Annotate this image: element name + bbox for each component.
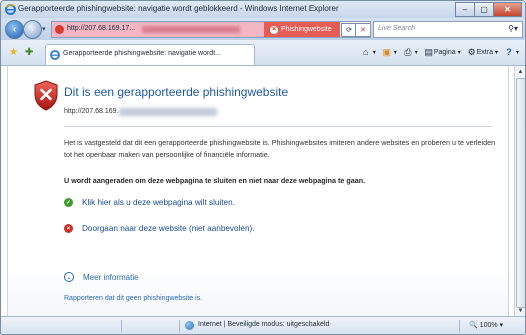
explanation-text: Het is vastgesteld dat dit een gerapport… [64, 138, 496, 159]
print-button[interactable]: ⎙ ▾ [403, 47, 418, 57]
tools-menu-label: Extra [476, 48, 493, 56]
page-content: Dit is een gerapporteerde phishingwebsit… [1, 66, 514, 316]
scroll-down-arrow[interactable]: ▼ [516, 306, 525, 316]
refresh-icon: ⟳ [346, 27, 352, 34]
more-info-label[interactable]: Meer informatie [83, 273, 139, 282]
report-not-phishing-link[interactable]: Rapporteren dat dit geen phishingwebsite… [64, 295, 202, 302]
blocked-url: http://207.68.169. [64, 108, 119, 115]
maximize-button[interactable]: ▢ [474, 2, 494, 17]
close-page-link[interactable]: Klik hier als u deze webpagina wilt slui… [82, 198, 235, 207]
stop-button[interactable]: ✕ [355, 23, 370, 37]
ie-tab-icon [50, 50, 60, 60]
tools-menu[interactable]: ⚙ Extra ▾ [467, 47, 498, 57]
feeds-button[interactable]: ▣ ▾ [382, 47, 397, 57]
red-shield-icon [34, 80, 58, 111]
close-button[interactable]: ✕ [493, 2, 522, 17]
scroll-up-arrow[interactable]: ▲ [516, 67, 525, 77]
chevron-down-icon: ⌄ [64, 272, 74, 282]
help-button[interactable]: ? ▾ [504, 47, 519, 57]
status-divider [121, 320, 122, 332]
stop-icon: ✕ [360, 27, 366, 34]
zoom-icon: 🔍 [469, 322, 478, 329]
address-bar[interactable]: http://207.68.169.17... ▾ × Phishingwebs… [51, 21, 371, 38]
globe-icon [185, 321, 194, 330]
arrow-right-icon: › [30, 24, 35, 35]
scroll-thumb[interactable] [516, 78, 525, 308]
tab-bar: ★ ✚ Gerapporteerde phishingwebsite: navi… [1, 40, 525, 66]
status-divider [459, 320, 460, 332]
zoom-level[interactable]: 🔍 100% ▾ [469, 321, 503, 329]
recent-pages-dropdown[interactable]: ▾ [42, 25, 46, 33]
search-icon[interactable]: ⚲▾ [508, 24, 518, 33]
warning-panel: Dit is een gerapporteerde phishingwebsit… [7, 66, 509, 316]
page-menu[interactable]: ▤ Pagina ▾ [424, 47, 461, 57]
tab-label: Gerapporteerde phishingwebsite: navigati… [63, 50, 221, 57]
redacted-blocked-url [119, 108, 217, 116]
security-zone[interactable]: Internet | Beveiligde modus: uitgeschake… [198, 321, 329, 328]
phishing-badge-label: Phishingwebsite [281, 26, 332, 33]
page-menu-label: Pagina [433, 48, 456, 56]
window-title: Gerapporteerde phishingwebsite: navigati… [18, 4, 339, 13]
status-bar: Internet | Beveiligde modus: uitgeschake… [1, 316, 525, 334]
window-controls: – ▢ ✕ [455, 2, 522, 17]
arrow-left-icon: ‹ [12, 24, 17, 35]
title-bar: Gerapporteerde phishingwebsite: navigati… [1, 1, 525, 18]
home-button[interactable]: ⌂ ▾ [361, 47, 376, 57]
command-bar: ⌂ ▾ ▣ ▾ ⎙ ▾ ▤ Pagina ▾ ⚙ Extra ▾ ? ▾ [355, 47, 519, 58]
add-favorites-icon[interactable]: ✚ [25, 47, 33, 58]
page-heading: Dit is een gerapporteerde phishingwebsit… [64, 85, 289, 99]
help-icon: ? [506, 47, 512, 57]
zoom-value: 100% [479, 322, 498, 329]
tab-active[interactable]: Gerapporteerde phishingwebsite: navigati… [45, 44, 255, 65]
warning-shield-icon: × [270, 25, 278, 34]
page-icon: ▤ [424, 46, 434, 57]
favorites-star-icon[interactable]: ★ [9, 47, 18, 58]
continue-option[interactable]: × Doorgaan naar deze website (niet aanbe… [64, 224, 255, 233]
checkmark-icon: ✓ [64, 198, 73, 207]
more-info-toggle[interactable]: ⌄ Meer informatie [64, 272, 139, 282]
minimize-button[interactable]: – [455, 2, 475, 17]
vertical-scrollbar[interactable]: ▲ ▼ [514, 66, 525, 316]
continue-link[interactable]: Doorgaan naar deze website (niet aanbevo… [82, 224, 255, 233]
close-page-option[interactable]: ✓ Klik hier als u deze webpagina wilt sl… [64, 198, 235, 207]
gear-icon: ⚙ [467, 46, 476, 57]
address-url[interactable]: http://207.68.169.17... [67, 25, 135, 32]
print-icon: ⎙ [404, 46, 412, 57]
back-button[interactable]: ‹ [5, 20, 24, 39]
search-input[interactable]: Live Search [378, 25, 415, 32]
phishing-status-badge[interactable]: × Phishingwebsite [264, 22, 340, 37]
redacted-url [142, 26, 240, 33]
page-icon [55, 25, 64, 34]
search-box[interactable]: Live Search ⚲▾ [373, 21, 523, 38]
home-icon: ⌂ [363, 47, 369, 57]
feeds-icon: ▣ [382, 46, 392, 57]
browser-window: Gerapporteerde phishingwebsite: navigati… [0, 0, 526, 335]
divider [64, 126, 492, 127]
cross-icon: × [64, 224, 73, 233]
recommendation-text: U wordt aangeraden om deze webpagina te … [64, 176, 366, 185]
ie-logo-icon [5, 4, 16, 15]
status-divider [179, 320, 180, 332]
navigation-bar: ‹ › ▾ http://207.68.169.17... ▾ × Phishi… [1, 18, 525, 40]
forward-button[interactable]: › [23, 20, 42, 39]
